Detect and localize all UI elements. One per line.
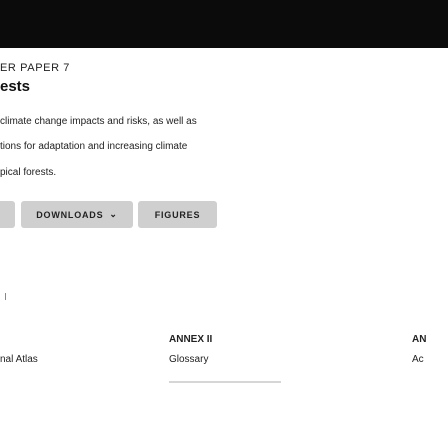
link-title-annex-ii[interactable]: ANNEX II [169, 334, 212, 345]
description-line: tions for adaptation and increasing clim… [0, 141, 188, 152]
figures-button[interactable]: FIGURES [138, 201, 217, 228]
divider-mark [5, 293, 6, 300]
link-subtitle-glossary[interactable]: Glossary [169, 354, 208, 365]
paper-label: ER PAPER 7 [0, 62, 70, 74]
partial-button[interactable] [0, 201, 15, 228]
page-title: ests [0, 78, 31, 95]
link-subtitle-next[interactable]: Ac [412, 354, 424, 365]
link-title-next-annex[interactable]: AN [412, 334, 426, 345]
description-line: pical forests. [0, 167, 57, 178]
link-subtitle-atlas[interactable]: nal Atlas [0, 354, 38, 365]
description-line: climate change impacts and risks, as wel… [0, 116, 197, 127]
downloads-button[interactable]: DOWNLOADS ⌄ [21, 201, 133, 228]
chevron-down-icon: ⌄ [109, 209, 118, 219]
top-banner-image [0, 0, 448, 48]
downloads-label: DOWNLOADS [36, 209, 104, 220]
link-underline [169, 381, 281, 383]
